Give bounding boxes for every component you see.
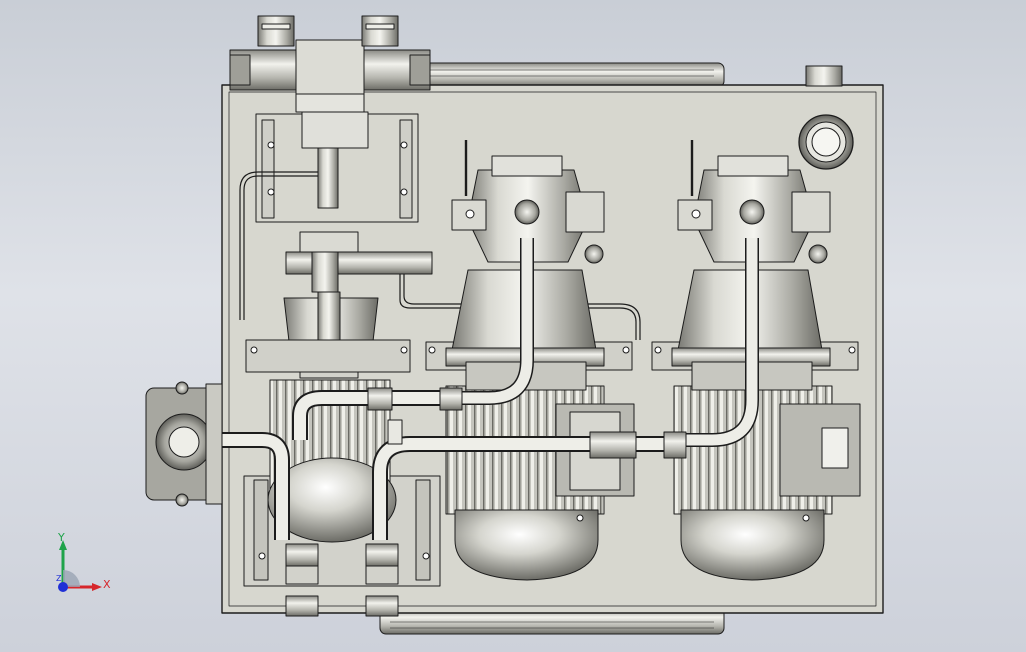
hydraulic-unit-drawing	[58, 15, 884, 635]
cad-viewport[interactable]: Y X Z	[0, 0, 1026, 652]
reservoir-top-rim	[379, 62, 725, 88]
coordinate-triad	[58, 540, 102, 592]
triad-z-label: Z	[56, 574, 62, 583]
triad-x-label: X	[103, 578, 111, 591]
suction-flange	[145, 381, 223, 507]
triad-y-label: Y	[58, 531, 65, 544]
